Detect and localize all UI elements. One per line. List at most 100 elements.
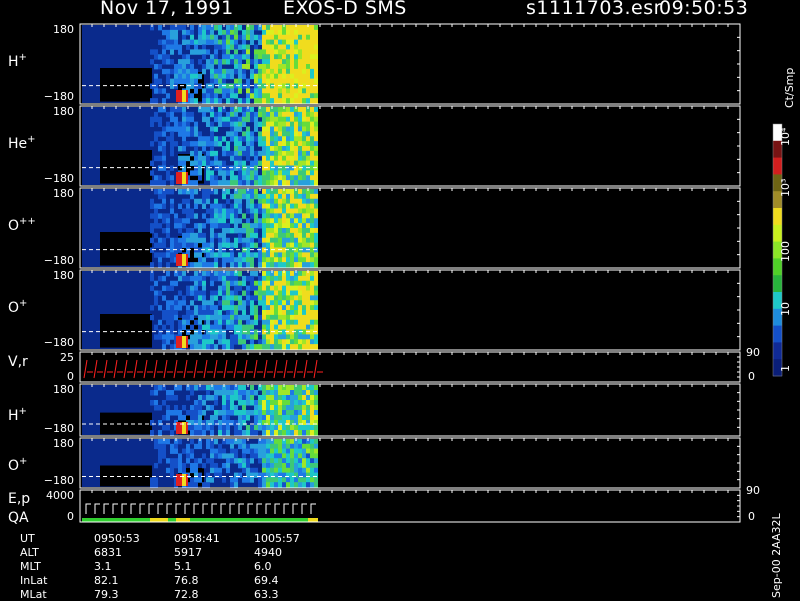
heatmap-cell [162, 165, 166, 171]
heatmap-cell [310, 271, 314, 277]
instrument-title: EXOS-D SMS [283, 0, 407, 19]
heatmap-cell [282, 425, 286, 431]
heatmap-cell [174, 405, 178, 411]
heatmap-cell [262, 472, 266, 478]
heatmap-cell [274, 400, 278, 406]
heatmap-cell [298, 439, 302, 445]
heatmap-cell [262, 203, 266, 209]
heatmap-cell [222, 59, 226, 65]
heatmap-cell [278, 247, 282, 253]
heatmap-cell [206, 141, 210, 147]
heatmap-cell [234, 203, 238, 209]
heatmap-cell [206, 443, 210, 450]
heatmap-cell [302, 34, 306, 41]
heatmap-cell [178, 160, 182, 166]
heatmap-cell [206, 170, 210, 176]
heatmap-cell [294, 121, 298, 127]
heatmap-cell [254, 180, 258, 186]
y-tick-bottom: −180 [44, 90, 74, 103]
heatmap-cell [310, 385, 314, 391]
colorbar-segment [773, 325, 782, 343]
heatmap-cell [286, 141, 290, 147]
heatmap-cell [218, 275, 222, 282]
heatmap-cell [246, 170, 250, 176]
heatmap-cell [250, 175, 254, 181]
heatmap-cell [266, 242, 270, 248]
heatmap-cell [170, 29, 174, 36]
heatmap-cell [290, 146, 294, 152]
heatmap-cell [186, 290, 190, 296]
heatmap-cell [186, 242, 190, 248]
heatmap-cell [242, 410, 246, 416]
heatmap-cell [290, 247, 294, 253]
heatmap-cell [282, 198, 286, 205]
heatmap-cell [234, 193, 238, 200]
heatmap-cell [250, 59, 254, 65]
heatmap-cell [174, 237, 178, 244]
heatmap-cell [310, 116, 314, 123]
heatmap-cell [286, 193, 290, 200]
heatmap-cell [202, 334, 206, 340]
heatmap-cell [274, 472, 278, 478]
heatmap-cell [250, 280, 254, 287]
heatmap-cell [226, 415, 230, 421]
heatmap-cell [226, 324, 230, 330]
heatmap-cell [250, 237, 254, 244]
heatmap-cell [298, 334, 302, 340]
heatmap-cell [286, 443, 290, 450]
heatmap-cell [278, 198, 282, 205]
heatmap-cell [186, 141, 190, 147]
heatmap-cell [274, 237, 278, 244]
heatmap-cell [210, 218, 214, 224]
heatmap-cell [290, 275, 294, 282]
heatmap-cell [290, 116, 294, 123]
heatmap-cell [214, 126, 218, 132]
heatmap-cell [234, 390, 238, 396]
heatmap-cell [254, 415, 258, 421]
heatmap-cell [190, 25, 194, 31]
heatmap-cell [266, 218, 270, 224]
heatmap-cell [314, 262, 318, 268]
heatmap-cell [246, 472, 250, 478]
heatmap-cell [238, 107, 242, 113]
heatmap-cell [314, 319, 318, 326]
heatmap-cell [250, 25, 254, 31]
heatmap-cell [190, 83, 194, 89]
heatmap-cell [298, 189, 302, 195]
heatmap-cell [230, 400, 234, 406]
heatmap-cell [230, 319, 234, 326]
heatmap-cell [298, 405, 302, 411]
heatmap-cell [254, 189, 258, 195]
heatmap-cell [290, 83, 294, 89]
heatmap-cell [214, 198, 218, 205]
heatmap-cell [282, 247, 286, 253]
heatmap-cell [262, 275, 266, 282]
heatmap-cell [290, 324, 294, 330]
heatmap-cell [298, 83, 302, 89]
heatmap-cell [306, 458, 310, 464]
heatmap-cell [218, 68, 222, 75]
heatmap-cell [210, 98, 214, 104]
heatmap-cell [266, 285, 270, 291]
heatmap-cell [298, 218, 302, 224]
heatmap-cell [238, 334, 242, 340]
heatmap-cell [258, 34, 262, 41]
heatmap-cell [158, 430, 162, 436]
heatmap-cell [222, 285, 226, 291]
heatmap-cell [266, 339, 270, 345]
panel-label-ep: E,p [8, 491, 30, 507]
heatmap-cell [286, 29, 290, 36]
heatmap-cell [286, 232, 290, 239]
heatmap-cell [254, 136, 258, 142]
heatmap-cell [222, 477, 226, 483]
heatmap-cell [258, 425, 262, 431]
heatmap-cell [154, 111, 158, 118]
heatmap-cell [258, 410, 262, 416]
heatmap-cell [282, 193, 286, 200]
heatmap-cell [310, 329, 314, 335]
heatmap-cell [262, 73, 266, 80]
heatmap-cell [314, 146, 318, 152]
heatmap-cell [230, 271, 234, 277]
heatmap-cell [218, 285, 222, 291]
heatmap-cell [154, 290, 158, 296]
